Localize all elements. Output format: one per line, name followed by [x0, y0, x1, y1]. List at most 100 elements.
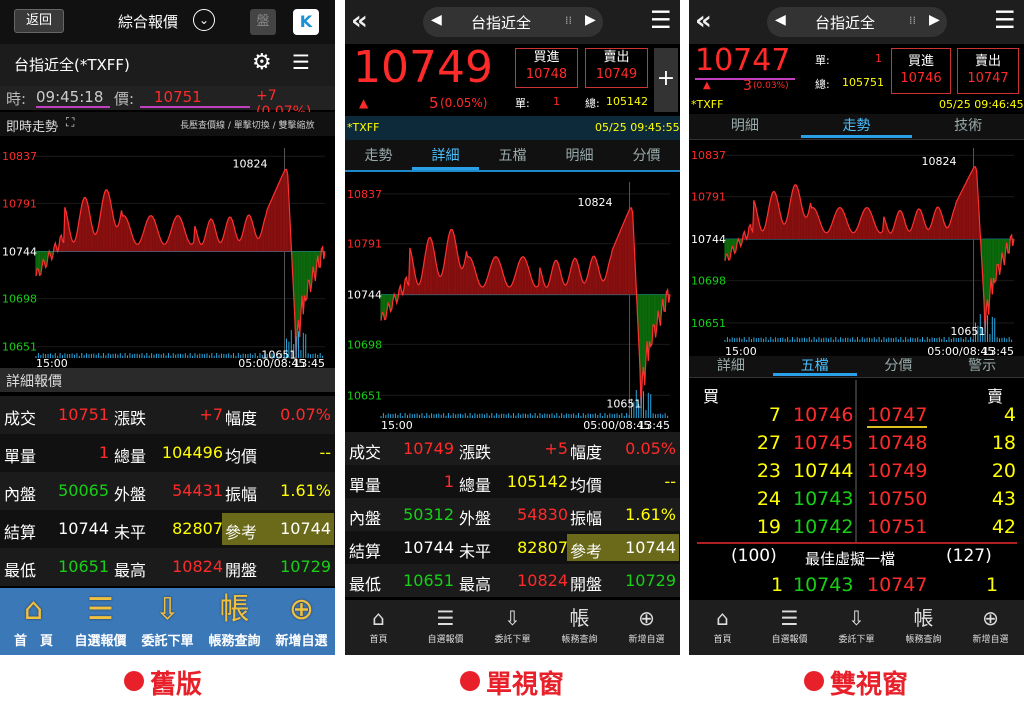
- tab-1[interactable]: 詳細: [412, 142, 479, 170]
- detail-row: 成交 10751 漲跌 +7 幅度 0.07%: [0, 396, 335, 434]
- nav-item-2[interactable]: ⇩ 委託下單: [823, 604, 890, 654]
- detail-c: 幅度: [225, 409, 258, 428]
- chart-title: 即時走勢: [6, 120, 59, 135]
- y-tick-label: 10651: [691, 317, 726, 330]
- intraday-chart[interactable]: 1083710791107441069810651108241065115:00…: [689, 142, 1024, 356]
- next-arrow-icon[interactable]: ▶: [585, 12, 596, 28]
- list-icon: ☰: [87, 592, 114, 627]
- nav-label: 首 頁: [13, 634, 53, 649]
- detail-table: 成交 10751 漲跌 +7 幅度 0.07% 單量 1 總量 104496 均價 -- 內盤 50065…: [0, 396, 335, 588]
- x-tick-label: 13:45: [293, 357, 325, 368]
- nav-label: 首頁: [713, 635, 732, 645]
- nav-item-4[interactable]: ⊕ 新增自選: [268, 590, 335, 654]
- chart-hint: 長壓查價線 / 單擊切換 / 雙擊縮放: [180, 121, 315, 131]
- tab-3[interactable]: 警示: [940, 356, 1024, 376]
- nav-item-4[interactable]: ⊕ 新增自選: [957, 604, 1024, 654]
- double-back-icon[interactable]: «: [695, 6, 712, 36]
- bid-box[interactable]: 買進 10748: [515, 48, 578, 88]
- sort-list-icon[interactable]: ☰: [292, 50, 310, 74]
- symbol: *TXFF: [691, 98, 724, 111]
- nav-item-1[interactable]: ☰ 自選報價: [756, 604, 823, 654]
- detail-title: 詳細報價: [6, 374, 62, 390]
- next-arrow-icon[interactable]: ▶: [929, 12, 940, 28]
- detail-b: 漲跌: [114, 409, 147, 428]
- tab-2[interactable]: 五檔: [479, 142, 546, 170]
- nav-label: 帳務查詢: [561, 635, 598, 645]
- detail-av: 10651: [403, 570, 454, 590]
- tab-4[interactable]: 分價: [613, 142, 680, 170]
- nav-label: 新增自選: [275, 634, 328, 649]
- y-tick-label: 10744: [347, 289, 382, 302]
- total-label: 總:: [815, 78, 830, 91]
- detail-b: 最高: [459, 574, 492, 594]
- ask-label: 賣出: [974, 54, 1001, 69]
- high-label: 10824: [922, 155, 957, 168]
- detail-b: 外盤: [459, 508, 492, 528]
- detail-c: 幅度: [570, 442, 603, 462]
- detail-c: 振幅: [570, 508, 603, 528]
- quote-board-icon[interactable]: 盤: [250, 9, 276, 35]
- nav-item-0[interactable]: ⌂ 首頁: [689, 604, 756, 654]
- tab-0[interactable]: 明細: [689, 114, 801, 138]
- y-tick-label: 10837: [691, 149, 726, 162]
- tab-2[interactable]: 技術: [912, 114, 1024, 138]
- detail-a: 成交: [4, 409, 37, 428]
- prev-arrow-icon[interactable]: ◀: [775, 12, 786, 28]
- intraday-chart[interactable]: 1083710791107441069810651108241065115:00…: [0, 140, 335, 368]
- buy-header: 買: [703, 387, 720, 406]
- expand-icon[interactable]: ⛶: [66, 115, 74, 130]
- nav-item-1[interactable]: ☰ 自選報價: [412, 604, 479, 654]
- k-logo-icon[interactable]: K: [293, 9, 319, 35]
- low-label: 10651: [950, 325, 985, 338]
- nav-item-4[interactable]: ⊕ 新增自選: [613, 604, 680, 654]
- nav-item-1[interactable]: ☰ 自選報價: [67, 590, 134, 654]
- nav-item-3[interactable]: 帳帳務查詢: [890, 604, 957, 654]
- best-ask-price: 10747: [867, 574, 928, 596]
- book-bid-price: 10743: [793, 488, 854, 510]
- bullet-icon: [460, 671, 480, 691]
- add-button[interactable]: +: [654, 48, 678, 112]
- nav-item-2[interactable]: ⇩ 委託下單: [134, 590, 201, 654]
- tab-0[interactable]: 走勢: [345, 142, 412, 170]
- intraday-chart[interactable]: 1083710791107441069810651108241065115:00…: [345, 176, 680, 430]
- drag-handle-icon[interactable]: ⁞⁞: [909, 14, 916, 27]
- ask-box[interactable]: 賣出 10747: [957, 48, 1019, 94]
- nav-item-0[interactable]: ⌂ 首頁: [345, 604, 412, 654]
- nav-label: 新增自選: [628, 635, 665, 645]
- book-bid-price: 10744: [793, 460, 854, 482]
- nav-item-2[interactable]: ⇩ 委託下單: [479, 604, 546, 654]
- book-bid-qty: 19: [756, 516, 781, 538]
- detail-row: 單量 1 總量 104496 均價 --: [0, 434, 335, 472]
- ask-box[interactable]: 賣出 10749: [585, 48, 648, 88]
- bid-box[interactable]: 買進 10746: [891, 48, 951, 94]
- tab-1[interactable]: 五檔: [772, 356, 857, 376]
- nav-item-3[interactable]: 帳帳務查詢: [546, 604, 613, 654]
- y-tick-label: 10698: [347, 338, 382, 351]
- page-title: 綜合報價: [118, 13, 179, 31]
- contract-title: 台指近全: [815, 14, 876, 32]
- detail-av: 10744: [403, 537, 454, 557]
- book-ask-qty: 20: [991, 460, 1016, 482]
- symbol: *TXFF: [347, 121, 380, 134]
- tab-1[interactable]: 走勢: [800, 114, 913, 138]
- drag-handle-icon[interactable]: ⁞⁞: [565, 14, 572, 27]
- nav-item-3[interactable]: 帳帳務查詢: [201, 590, 268, 654]
- back-button[interactable]: 返回: [14, 9, 64, 33]
- prev-arrow-icon[interactable]: ◀: [431, 12, 442, 28]
- change-value: 5: [429, 94, 439, 112]
- best-bid-qty: 1: [771, 574, 784, 596]
- single-label: 單:: [815, 54, 830, 67]
- nav-item-0[interactable]: ⌂ 首 頁: [0, 590, 67, 654]
- x-tick-label: 15:00: [381, 419, 413, 430]
- tab-3[interactable]: 明細: [546, 142, 613, 170]
- tab-2[interactable]: 分價: [857, 356, 941, 376]
- detail-c: 參考: [570, 541, 603, 561]
- double-back-icon[interactable]: «: [351, 6, 368, 36]
- chevron-down-icon[interactable]: ⌄: [193, 9, 215, 31]
- gear-icon[interactable]: ⚙: [252, 50, 272, 75]
- menu-icon[interactable]: ☰: [650, 6, 672, 34]
- menu-icon[interactable]: ☰: [994, 6, 1016, 34]
- tab-0[interactable]: 詳細: [689, 356, 773, 376]
- y-tick-label: 10651: [2, 341, 37, 354]
- add-circle-icon: ⊕: [288, 592, 315, 627]
